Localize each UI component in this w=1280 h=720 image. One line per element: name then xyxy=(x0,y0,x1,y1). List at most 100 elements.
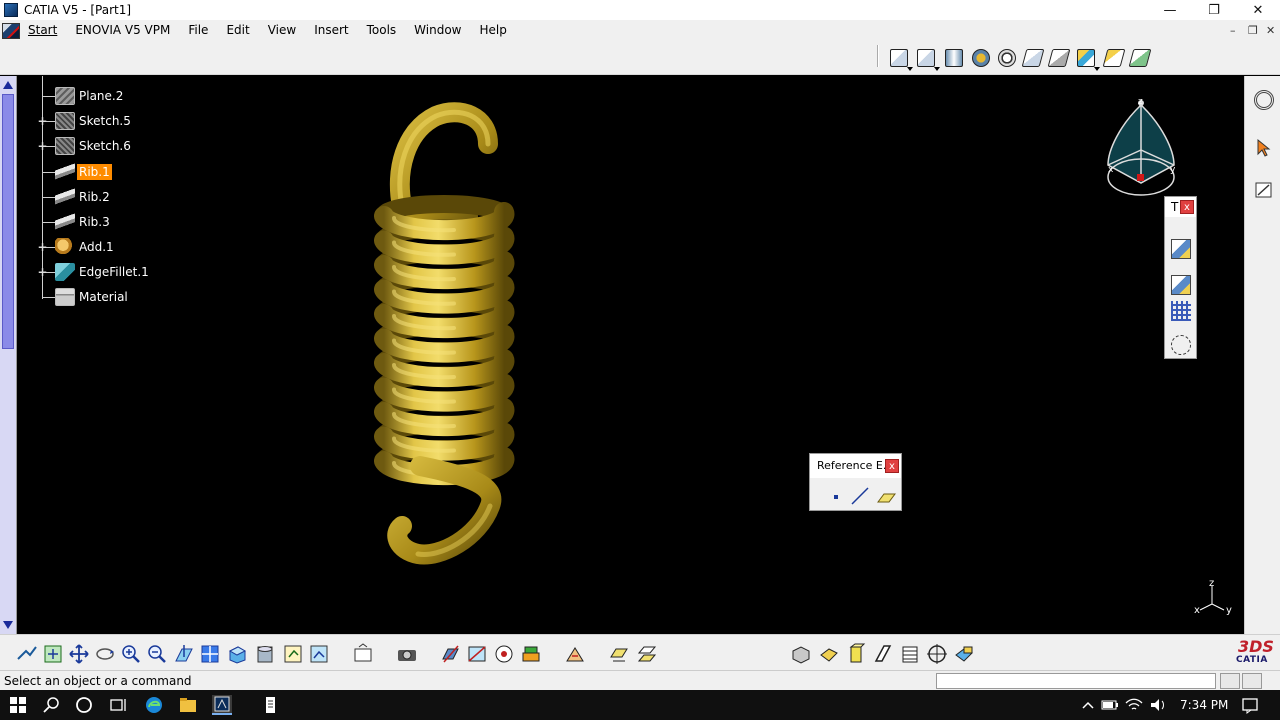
multi-section-solid-icon[interactable] xyxy=(1075,47,1100,71)
draft-angle-icon[interactable] xyxy=(818,643,840,665)
remove-face-icon[interactable] xyxy=(926,643,948,665)
search-icon[interactable] xyxy=(42,695,62,715)
volume-icon[interactable] xyxy=(1148,695,1168,715)
line-icon[interactable] xyxy=(850,486,870,506)
wifi-icon[interactable] xyxy=(1124,695,1144,715)
measure-inertia-icon[interactable] xyxy=(493,643,515,665)
replace-face-icon[interactable] xyxy=(953,643,975,665)
plane-tool-icon[interactable] xyxy=(876,486,896,506)
menu-insert[interactable]: Insert xyxy=(305,20,357,41)
measure-between-icon[interactable] xyxy=(440,643,462,665)
expand-icon[interactable]: + xyxy=(37,140,48,152)
sketch-analysis-icon[interactable] xyxy=(608,643,630,665)
show-hidden-icons-icon[interactable] xyxy=(1078,695,1098,715)
tree-item-plane-2[interactable]: Plane.2 xyxy=(20,85,240,107)
menu-edit[interactable]: Edit xyxy=(217,20,258,41)
menu-file[interactable]: File xyxy=(179,20,217,41)
update-icon[interactable] xyxy=(352,643,374,665)
close-button[interactable]: ✕ xyxy=(1236,0,1280,20)
menu-window[interactable]: Window xyxy=(405,20,470,41)
notepad-icon[interactable] xyxy=(260,695,280,715)
fly-mode-icon[interactable] xyxy=(16,643,38,665)
shaft-icon[interactable] xyxy=(943,47,965,69)
minimize-button[interactable]: — xyxy=(1148,0,1192,20)
catia-logo-icon[interactable] xyxy=(2,22,20,39)
tree-item-rib-3[interactable]: Rib.3 xyxy=(20,211,240,233)
windows-start-icon[interactable] xyxy=(8,695,28,715)
scan-icon[interactable] xyxy=(1171,275,1191,295)
zoom-out-icon[interactable] xyxy=(146,643,168,665)
pad-icon[interactable] xyxy=(888,47,913,71)
sketcher-icon[interactable] xyxy=(1254,180,1274,200)
groove-icon[interactable] xyxy=(996,47,1018,69)
rotate-icon[interactable] xyxy=(94,643,116,665)
apply-material-icon[interactable] xyxy=(1171,239,1191,259)
reference-elements-title[interactable]: Reference E... x xyxy=(810,454,901,478)
normal-view-icon[interactable] xyxy=(173,643,195,665)
tree-item-rib-1[interactable]: Rib.1 xyxy=(20,161,240,183)
tools-palette-close-button[interactable]: x xyxy=(1180,200,1194,214)
thread-tap-icon[interactable] xyxy=(564,643,586,665)
shading-icon[interactable] xyxy=(254,643,276,665)
tools-palette-toolbar[interactable]: T x xyxy=(1164,196,1197,359)
select-cursor-icon[interactable] xyxy=(1254,138,1274,158)
scroll-thumb[interactable] xyxy=(2,94,14,349)
shell-icon[interactable] xyxy=(845,643,867,665)
draft-analysis-icon[interactable] xyxy=(636,643,658,665)
zoom-in-icon[interactable] xyxy=(120,643,142,665)
thread-icon[interactable] xyxy=(899,643,921,665)
catia-taskbar-icon[interactable] xyxy=(212,695,232,715)
hide-show-icon[interactable] xyxy=(282,643,304,665)
menu-start[interactable]: Start xyxy=(26,20,66,41)
grid-icon[interactable] xyxy=(1171,301,1191,321)
tree-item-add-1[interactable]: + Add.1 xyxy=(20,236,240,258)
battery-icon[interactable] xyxy=(1100,695,1120,715)
chamfer-icon[interactable] xyxy=(790,643,812,665)
command-list-button[interactable] xyxy=(1220,673,1240,689)
menu-tools[interactable]: Tools xyxy=(358,20,406,41)
slot-icon[interactable] xyxy=(1047,47,1071,69)
expand-icon[interactable]: + xyxy=(37,241,48,253)
expand-icon[interactable]: + xyxy=(37,115,48,127)
fit-all-icon[interactable] xyxy=(42,643,64,665)
edge-browser-icon[interactable] xyxy=(144,695,164,715)
snap-icon[interactable] xyxy=(1171,335,1191,355)
measure-item-icon[interactable] xyxy=(466,643,488,665)
stiffener-icon[interactable] xyxy=(1128,47,1152,69)
apply-material-bottom-icon[interactable] xyxy=(520,643,542,665)
mdi-close-button[interactable]: ✕ xyxy=(1266,24,1275,37)
tree-item-rib-2[interactable]: Rib.2 xyxy=(20,186,240,208)
reference-elements-toolbar[interactable]: Reference E... x xyxy=(809,453,902,511)
expand-icon[interactable]: + xyxy=(37,266,48,278)
file-explorer-icon[interactable] xyxy=(178,695,198,715)
rib-tool-icon[interactable] xyxy=(1021,47,1045,69)
pocket-icon[interactable] xyxy=(915,47,940,71)
multi-view-icon[interactable] xyxy=(199,643,221,665)
removed-multi-section-icon[interactable] xyxy=(1102,47,1126,69)
tree-item-material[interactable]: Material xyxy=(20,286,240,308)
tools-palette-title[interactable]: T x xyxy=(1165,197,1196,217)
restore-button[interactable]: ❐ xyxy=(1192,0,1236,20)
task-view-icon[interactable] xyxy=(108,695,128,715)
menu-enovia[interactable]: ENOVIA V5 VPM xyxy=(66,20,179,41)
tree-scrollbar[interactable] xyxy=(0,76,17,634)
tree-item-edgefillet-1[interactable]: + EdgeFillet.1 xyxy=(20,261,240,283)
swap-visible-space-icon[interactable] xyxy=(308,643,330,665)
mdi-restore-button[interactable]: ❐ xyxy=(1248,24,1258,37)
menu-view[interactable]: View xyxy=(259,20,305,41)
reference-elements-close-button[interactable]: x xyxy=(885,459,899,473)
mdi-minimize-button[interactable]: – xyxy=(1230,24,1236,37)
tree-item-sketch-5[interactable]: + Sketch.5 xyxy=(20,110,240,132)
command-history-button[interactable] xyxy=(1242,673,1262,689)
compass-widget[interactable]: z x y xyxy=(1100,95,1184,205)
gear-icon[interactable] xyxy=(1254,90,1274,110)
scroll-down-icon[interactable] xyxy=(3,621,13,629)
command-input[interactable] xyxy=(936,673,1216,689)
hole-icon[interactable] xyxy=(970,47,992,69)
menu-help[interactable]: Help xyxy=(471,20,516,41)
scroll-up-icon[interactable] xyxy=(3,81,13,89)
cortana-icon[interactable] xyxy=(74,695,94,715)
notifications-icon[interactable] xyxy=(1240,695,1260,715)
thickness-icon[interactable] xyxy=(872,643,894,665)
iso-view-icon[interactable] xyxy=(226,643,248,665)
